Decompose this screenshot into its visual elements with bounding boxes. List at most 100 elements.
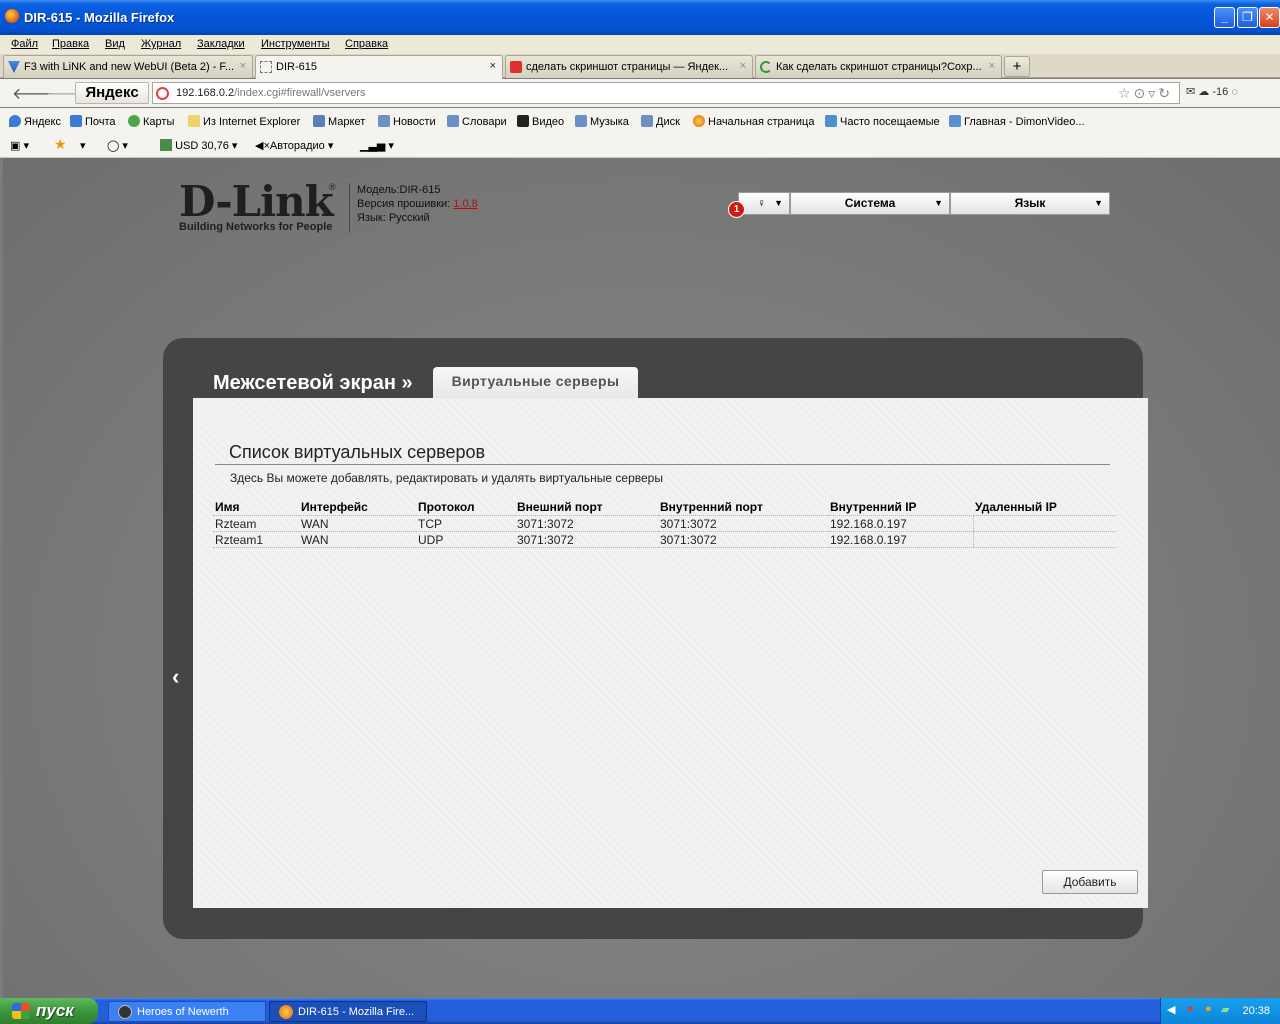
- yandex-button-label: Яндекс: [85, 84, 139, 101]
- bookmark-label: Начальная страница: [708, 116, 815, 128]
- bookmark-disk[interactable]: Диск: [641, 115, 680, 128]
- bookmark-news[interactable]: Новости: [378, 115, 436, 128]
- bookmark-label: Яндекс: [24, 116, 61, 128]
- site-identity-icon[interactable]: [156, 87, 169, 100]
- tab-close-icon[interactable]: ×: [240, 60, 246, 72]
- reader-icon[interactable]: ⊙: [1134, 85, 1149, 101]
- page-icon: [260, 61, 272, 73]
- bookmark-yandex[interactable]: Яндекс: [9, 115, 61, 128]
- screenshot-tool-icon[interactable]: ▣ ▾: [10, 139, 29, 152]
- url-host: 192.168.0.2: [176, 87, 235, 99]
- dropdown-icon[interactable]: ▿: [1148, 85, 1158, 101]
- antivirus-icon[interactable]: ●: [1187, 1003, 1194, 1015]
- chat-icon[interactable]: ◯ ▾: [107, 139, 128, 152]
- cell-external-port: 3071:3072: [515, 515, 658, 532]
- radio-widget[interactable]: ◀×Авторадио ▾: [255, 139, 333, 152]
- yandex-button[interactable]: Яндекс: [75, 82, 149, 104]
- mail-icon[interactable]: ✉: [1186, 86, 1195, 98]
- tray-app-icon[interactable]: ●: [1205, 1003, 1212, 1015]
- bookmark-music[interactable]: Музыка: [575, 115, 629, 128]
- bookmark-market[interactable]: Маркет: [313, 115, 365, 128]
- weather-temp: -16: [1212, 86, 1229, 98]
- reload-icon[interactable]: ↻: [1158, 85, 1173, 101]
- add-button[interactable]: Добавить: [1042, 870, 1138, 894]
- menu-view[interactable]: Вид: [105, 38, 125, 50]
- tab-yandex-search[interactable]: сделать скриншот страницы — Яндек... ×: [505, 55, 753, 78]
- breadcrumb-firewall[interactable]: Межсетевой экран »: [213, 372, 413, 395]
- bookmark-label: Почта: [85, 116, 116, 128]
- chevron-down-icon: ▼: [1094, 198, 1103, 208]
- star-icon[interactable]: ☆: [1118, 85, 1134, 101]
- market-icon: [313, 115, 325, 127]
- close-button[interactable]: ✕: [1259, 7, 1280, 28]
- notification-badge[interactable]: 1: [728, 201, 745, 218]
- menu-file[interactable]: Файл: [11, 38, 38, 50]
- back-nav-arrow[interactable]: ‹: [172, 664, 179, 690]
- addon-toolbar: ▣ ▾ ★ ▾ ◯ ▾ USD 30,76 ▾ ◀×Авторадио ▾ ▁▃…: [0, 134, 1280, 158]
- task-label: Heroes of Newerth: [137, 1006, 229, 1018]
- favorites-star-icon[interactable]: ★: [54, 136, 67, 153]
- bookmark-dictionaries[interactable]: Словари: [447, 115, 507, 128]
- signal-icon[interactable]: ▁▃▅ ▾: [360, 139, 394, 152]
- device-info: Модель:DIR-615 Версия прошивки: 1.0.8 Яз…: [349, 183, 478, 233]
- col-remote-ip: Удаленный IP: [975, 500, 1057, 514]
- url-text: 192.168.0.2/index.cgi#firewall/vservers: [176, 87, 366, 99]
- notifications-button[interactable]: ♀ ▼: [738, 192, 790, 215]
- menu-circle-icon[interactable]: ◌: [1231, 86, 1238, 98]
- firmware-version-link[interactable]: 1.0.8: [453, 198, 477, 210]
- bookmark-maps[interactable]: Карты: [128, 115, 174, 128]
- network-icon[interactable]: ▰: [1221, 1003, 1229, 1016]
- weather-icon[interactable]: ☁: [1198, 86, 1209, 98]
- windows-flag-icon: [12, 1003, 30, 1019]
- cell-internal-port: 3071:3072: [658, 531, 828, 548]
- url-bar[interactable]: 192.168.0.2/index.cgi#firewall/vservers …: [152, 82, 1180, 104]
- yandex-icon: [510, 61, 522, 73]
- bookmark-label: Словари: [462, 116, 507, 128]
- task-heroes-of-newerth[interactable]: Heroes of Newerth: [108, 1001, 266, 1022]
- logo-registered-mark: ®: [329, 182, 336, 192]
- currency-widget[interactable]: USD 30,76 ▾: [160, 139, 237, 152]
- menu-help[interactable]: Справка: [345, 38, 388, 50]
- new-tab-button[interactable]: +: [1004, 56, 1030, 77]
- header-menu: ♀ ▼ Система ▼ Язык ▼: [738, 192, 1110, 215]
- tab-dir615[interactable]: DIR-615 ×: [255, 55, 503, 79]
- tab-close-icon[interactable]: ×: [490, 60, 496, 72]
- start-button[interactable]: пуск: [0, 998, 98, 1024]
- bookmark-video[interactable]: Видео: [517, 115, 564, 128]
- bookmark-label: Музыка: [590, 116, 629, 128]
- tab-f3-link[interactable]: F3 with LiNK and new WebUI (Beta 2) - F.…: [3, 55, 253, 78]
- disk-icon: [641, 115, 653, 127]
- menu-history[interactable]: Журнал: [141, 38, 181, 50]
- col-internal-port: Внутренний порт: [660, 500, 763, 514]
- table-row[interactable]: Rzteam1 WAN UDP 3071:3072 3071:3072 192.…: [213, 531, 1117, 548]
- hon-icon: [118, 1005, 132, 1019]
- tab-screenshot-howto[interactable]: Как сделать скриншот страницы?Сохр... ×: [755, 55, 1002, 78]
- cell-internal-port: 3071:3072: [658, 515, 828, 532]
- nav-right-widgets: ✉ ☁ -16 ◌: [1186, 85, 1238, 98]
- menu-tools[interactable]: Инструменты: [261, 38, 330, 50]
- tab-close-icon[interactable]: ×: [989, 60, 995, 72]
- maximize-button[interactable]: ❐: [1237, 7, 1258, 28]
- task-firefox[interactable]: DIR-615 - Mozilla Fire...: [269, 1001, 427, 1022]
- bookmark-dimonvideo[interactable]: Главная - DimonVideo...: [949, 115, 1085, 128]
- firmware-label: Версия прошивки:: [357, 198, 451, 210]
- menu-edit[interactable]: Правка: [52, 38, 89, 50]
- language-menu[interactable]: Язык ▼: [950, 192, 1110, 215]
- bookmark-home-page[interactable]: Начальная страница: [693, 115, 814, 128]
- bookmark-ie-folder[interactable]: Из Internet Explorer: [188, 115, 300, 128]
- tray-expand-icon[interactable]: ◀: [1167, 1003, 1175, 1016]
- news-icon: [378, 115, 390, 127]
- system-menu[interactable]: Система ▼: [790, 192, 950, 215]
- minimize-button[interactable]: _: [1214, 7, 1235, 28]
- cell-external-port: 3071:3072: [515, 531, 658, 548]
- menu-bookmarks[interactable]: Закладки: [197, 38, 245, 50]
- tab-virtual-servers[interactable]: Виртуальные серверы: [433, 367, 638, 398]
- bookmark-most-visited[interactable]: Часто посещаемые: [825, 115, 940, 128]
- table-row[interactable]: Rzteam WAN TCP 3071:3072 3071:3072 192.1…: [213, 515, 1117, 532]
- url-path: /index.cgi#firewall/vservers: [234, 87, 366, 99]
- dictionary-icon: [447, 115, 459, 127]
- bookmarks-bar: Яндекс Почта Карты Из Internet Explorer …: [0, 108, 1280, 134]
- tab-close-icon[interactable]: ×: [740, 60, 746, 72]
- bookmark-mail[interactable]: Почта: [70, 115, 116, 128]
- favorites-dropdown-icon[interactable]: ▾: [80, 139, 86, 152]
